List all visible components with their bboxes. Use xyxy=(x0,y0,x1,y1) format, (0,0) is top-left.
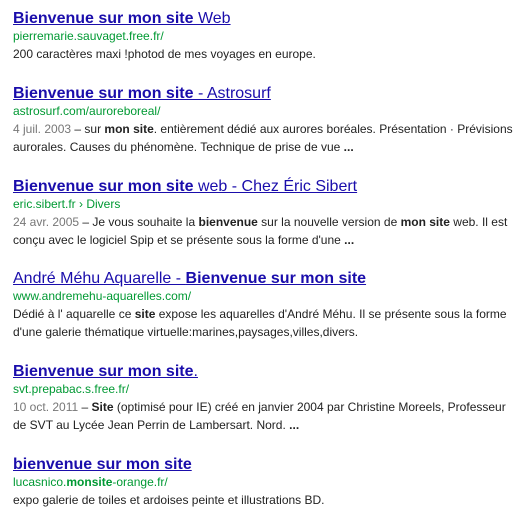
result-title-link[interactable]: Bienvenue sur mon site Web xyxy=(13,9,519,29)
search-result: Bienvenue sur mon site. svt.prepabac.s.f… xyxy=(13,362,519,434)
result-title-bold: Bienvenue sur mon site xyxy=(185,270,367,287)
result-date: 24 avr. 2005 xyxy=(13,215,80,229)
search-result: Bienvenue sur mon site Web pierremarie.s… xyxy=(13,9,519,63)
result-title-link[interactable]: bienvenue sur mon site xyxy=(13,455,519,475)
result-snippet: 200 caractères maxi !photod de mes voyag… xyxy=(13,47,316,61)
result-title-bold: bienvenue sur mon site xyxy=(13,456,192,473)
result-title-bold: Bienvenue sur mon site xyxy=(13,363,194,380)
result-title-bold: Bienvenue sur mon site xyxy=(13,10,194,27)
result-date: 10 oct. 2011 xyxy=(13,400,79,414)
result-snippet: 4 juil. 2003 – sur mon site. entièrement… xyxy=(13,122,513,154)
result-url: astrosurf.com/auroreboreal/ xyxy=(13,104,161,118)
result-title-plain: André Méhu Aquarelle - xyxy=(13,270,186,287)
result-title-bold: Bienvenue sur mon site xyxy=(13,85,194,102)
search-result: bienvenue sur mon site lucasnico.monsite… xyxy=(13,455,519,509)
search-result: Bienvenue sur mon site web - Chez Éric S… xyxy=(13,177,519,249)
result-title-link[interactable]: Bienvenue sur mon site web - Chez Éric S… xyxy=(13,177,519,197)
result-title-rest: - Astrosurf xyxy=(193,85,271,102)
result-snippet: expo galerie de toiles et ardoises peint… xyxy=(13,493,325,507)
result-url: pierremarie.sauvaget.free.fr/ xyxy=(13,29,164,43)
result-title-link[interactable]: André Méhu Aquarelle - Bienvenue sur mon… xyxy=(13,269,519,289)
search-result: André Méhu Aquarelle - Bienvenue sur mon… xyxy=(13,269,519,341)
result-url: lucasnico.monsite-orange.fr/ xyxy=(13,475,168,489)
result-title-link[interactable]: Bienvenue sur mon site - Astrosurf xyxy=(13,84,519,104)
result-title-bold: Bienvenue sur mon site xyxy=(13,178,194,195)
result-snippet: 10 oct. 2011 – Site (optimisé pour IE) c… xyxy=(13,400,506,432)
result-url: www.andremehu-aquarelles.com/ xyxy=(13,289,192,303)
result-title-rest: Web xyxy=(193,10,231,27)
result-url: eric.sibert.fr › Divers xyxy=(13,197,121,211)
result-title-link[interactable]: Bienvenue sur mon site. xyxy=(13,362,519,382)
search-results: Bienvenue sur mon site Web pierremarie.s… xyxy=(0,0,526,515)
search-result: Bienvenue sur mon site - Astrosurf astro… xyxy=(13,84,519,156)
result-snippet: 24 avr. 2005 – Je vous souhaite la bienv… xyxy=(13,215,508,247)
result-title-rest: web - Chez Éric Sibert xyxy=(193,178,358,195)
result-url: svt.prepabac.s.free.fr/ xyxy=(13,382,130,396)
result-snippet: Dédié à l' aquarelle ce site expose les … xyxy=(13,307,507,339)
result-date: 4 juil. 2003 xyxy=(13,122,72,136)
result-title-rest: . xyxy=(193,363,198,380)
